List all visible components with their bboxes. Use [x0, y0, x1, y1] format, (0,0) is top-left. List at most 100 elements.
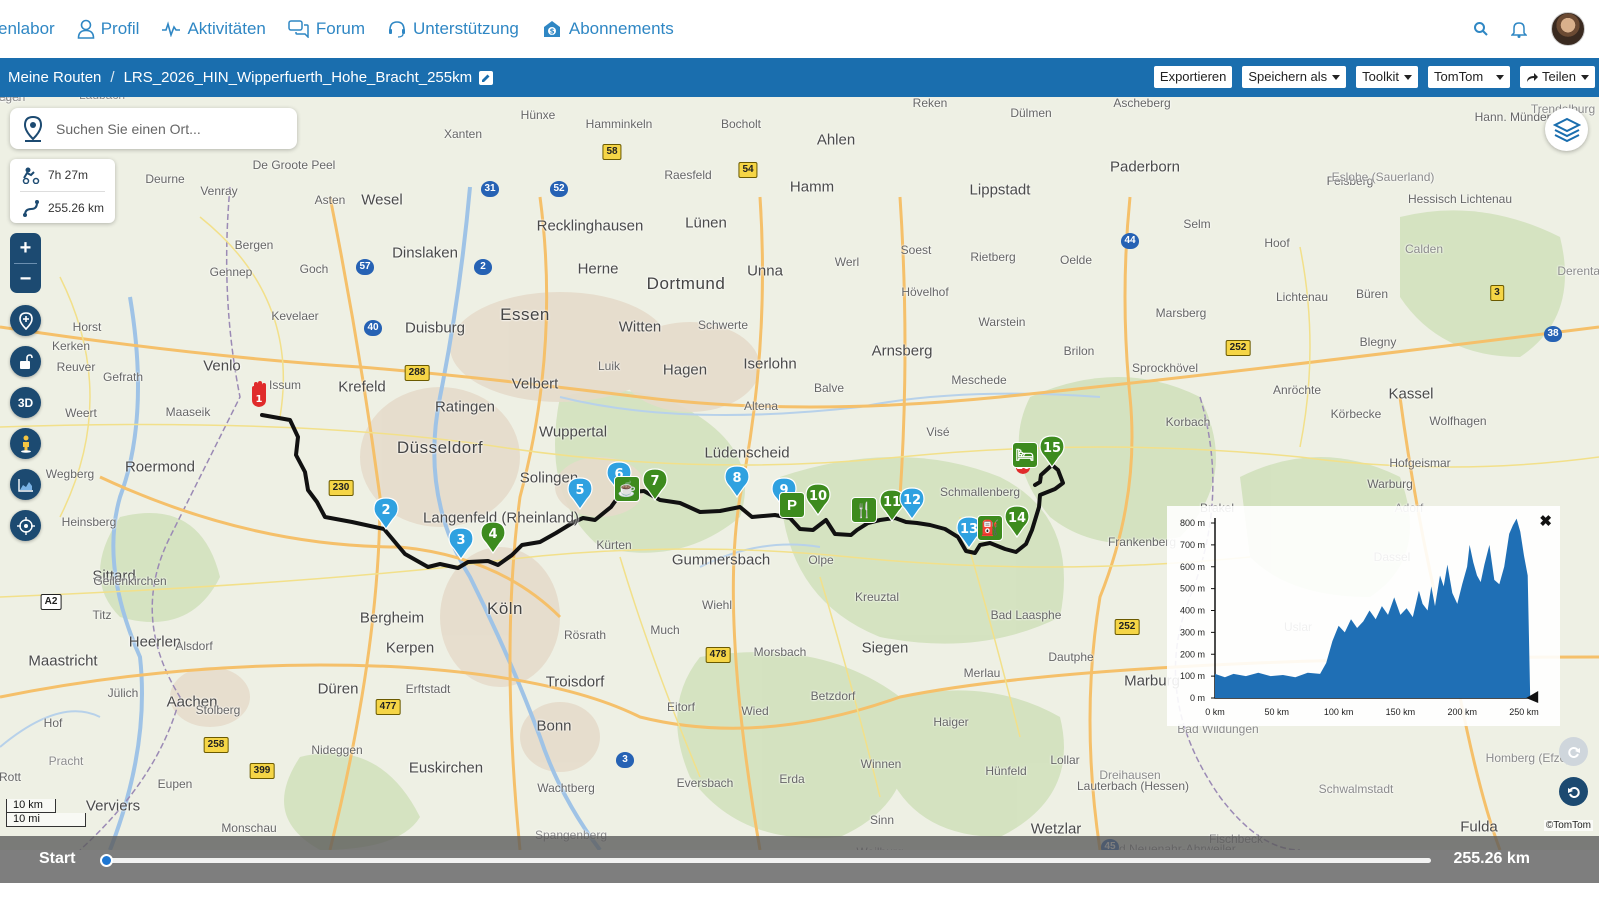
zoom-out-button[interactable]: − — [10, 264, 41, 294]
map-canvas[interactable]: Düsseldorf Essen Dortmund Köln Wuppertal Hage… — [0, 97, 1599, 850]
close-elevation-button[interactable]: ✖ — [1539, 512, 1552, 530]
breadcrumb-separator: / — [110, 69, 115, 86]
place-label: Düsseldorf — [396, 438, 484, 457]
nav-item-label: Unterstützung — [413, 19, 519, 38]
redo-button[interactable] — [1559, 737, 1588, 766]
edit-icon[interactable] — [479, 70, 494, 85]
y-tick-label: 0 m — [1190, 693, 1205, 703]
rider-time-icon — [22, 167, 40, 184]
place-label: Reken — [912, 97, 948, 110]
place-label: Haiger — [933, 715, 969, 729]
map-layers-button[interactable] — [1545, 108, 1588, 151]
waypoint-marker[interactable]: 12 — [897, 485, 927, 521]
waypoint-marker[interactable]: 8 — [722, 463, 752, 499]
place-label: Soest — [900, 243, 932, 257]
nav-right-group — [1451, 0, 1585, 58]
waypoint-marker[interactable]: 15 — [1037, 433, 1067, 469]
y-tick-label: 200 m — [1180, 649, 1205, 659]
elevation-chart[interactable]: 800 m 700 m 600 m 500 m 400 m 300 m 200 m 100 m… — [1167, 506, 1560, 726]
road-shield: 31 — [481, 181, 499, 197]
place-label: Ascheberg — [1113, 97, 1171, 110]
street-view-button[interactable] — [10, 428, 41, 459]
x-tick-label: 0 km — [1205, 707, 1225, 717]
place-label: Arnsberg — [871, 342, 933, 360]
layers-icon — [1552, 117, 1581, 142]
road-shield: 288 — [404, 365, 430, 381]
waypoint-marker[interactable]: 5 — [565, 475, 595, 511]
waypoint-marker[interactable]: 7 — [640, 466, 670, 502]
waypoint-marker[interactable]: 10 — [803, 481, 833, 517]
search-input[interactable] — [56, 120, 276, 137]
breadcrumb-my-routes[interactable]: Meine Routen — [8, 69, 101, 86]
locate-me-button[interactable] — [10, 510, 41, 541]
activity-icon — [162, 21, 181, 37]
route-line[interactable] — [0, 97, 1599, 850]
waypoint-label: 4 — [488, 527, 497, 542]
place-label: Luik — [597, 359, 621, 373]
undo-button[interactable] — [1559, 777, 1588, 806]
place-label: Unna — [747, 262, 783, 280]
place-label: Derental — [1557, 264, 1599, 278]
waypoint-label: 2 — [381, 503, 390, 518]
add-waypoint-button[interactable] — [10, 305, 41, 336]
poi-marker[interactable]: ⛽ — [977, 515, 1003, 541]
poi-marker[interactable]: ☕ — [614, 476, 640, 502]
y-tick-label: 100 m — [1180, 671, 1205, 681]
device-select[interactable]: TomTom — [1428, 66, 1511, 88]
road-shield: 58 — [602, 144, 622, 160]
device-label: TomTom — [1434, 69, 1484, 84]
nav-item-unterstuetzung[interactable]: Unterstützung — [387, 19, 519, 39]
poi-marker[interactable]: P — [779, 492, 805, 518]
duration-value: 7h 27m — [48, 168, 89, 182]
place-label: Dinslaken — [392, 244, 458, 262]
nav-item-forum[interactable]: Forum — [288, 19, 365, 39]
waypoint-marker[interactable]: 4 — [478, 519, 508, 555]
save-as-dropdown[interactable]: Speichern als — [1242, 66, 1347, 88]
toolkit-dropdown[interactable]: Toolkit — [1356, 66, 1419, 88]
place-label: Fulda — [1460, 818, 1498, 836]
route-bar: Meine Routen / LRS_2026_HIN_Wipperfuerth… — [0, 58, 1599, 97]
nav-item-aktivitaeten[interactable]: Aktivitäten — [161, 19, 266, 39]
avatar[interactable] — [1551, 12, 1585, 46]
place-label: Raesfeld — [664, 168, 712, 182]
place-label: Morsbach — [753, 645, 807, 659]
poi-marker[interactable]: 🍴 — [851, 497, 877, 523]
place-label: Verviers — [85, 797, 141, 815]
waypoint-marker[interactable]: 1 — [244, 380, 274, 416]
search-icon[interactable] — [1473, 21, 1489, 37]
place-label: Nideggen — [311, 743, 363, 757]
share-dropdown[interactable]: Teilen — [1520, 66, 1595, 88]
nav-item-abonnements[interactable]: $ Abonnements — [541, 19, 674, 39]
place-label: Wiehl — [701, 598, 733, 612]
slider-track[interactable] — [100, 854, 1431, 867]
road-shield: 3 — [616, 752, 634, 768]
slider-thumb[interactable] — [100, 854, 113, 867]
place-label: Duisburg — [404, 319, 466, 337]
place-label: Pracht — [48, 754, 84, 768]
export-label: Exportieren — [1159, 69, 1227, 84]
road-shield: 399 — [249, 763, 275, 779]
nav-item-labor[interactable]: enlabor — [0, 19, 55, 39]
waypoint-marker[interactable]: 2 — [371, 495, 401, 531]
lock-button[interactable] — [10, 346, 41, 377]
bell-icon[interactable] — [1511, 20, 1527, 38]
road-shield: 44 — [1121, 233, 1139, 249]
place-label: Brilon — [1063, 344, 1095, 358]
3d-view-button[interactable]: 3D — [10, 387, 41, 418]
export-button[interactable]: Exportieren — [1153, 66, 1233, 88]
caret-down-icon — [1404, 74, 1413, 80]
elevation-toggle-button[interactable] — [10, 469, 41, 500]
road-shield: 252 — [1114, 619, 1140, 635]
place-label: Balve — [813, 381, 845, 395]
toolkit-label: Toolkit — [1362, 69, 1400, 84]
place-label: Venlo — [203, 357, 241, 375]
route-distance-icon — [23, 200, 39, 217]
zoom-in-button[interactable]: + — [10, 233, 41, 263]
waypoint-marker[interactable]: 3 — [446, 525, 476, 561]
poi-marker[interactable]: 🛏 — [1012, 442, 1038, 468]
waypoint-marker[interactable]: 14 — [1002, 503, 1032, 539]
waypoint-label: 15 — [1043, 441, 1061, 456]
place-label: Hessisch Lichtenau — [1407, 192, 1513, 206]
nav-item-profil[interactable]: Profil — [77, 19, 139, 39]
place-label: Monschau — [221, 821, 277, 835]
